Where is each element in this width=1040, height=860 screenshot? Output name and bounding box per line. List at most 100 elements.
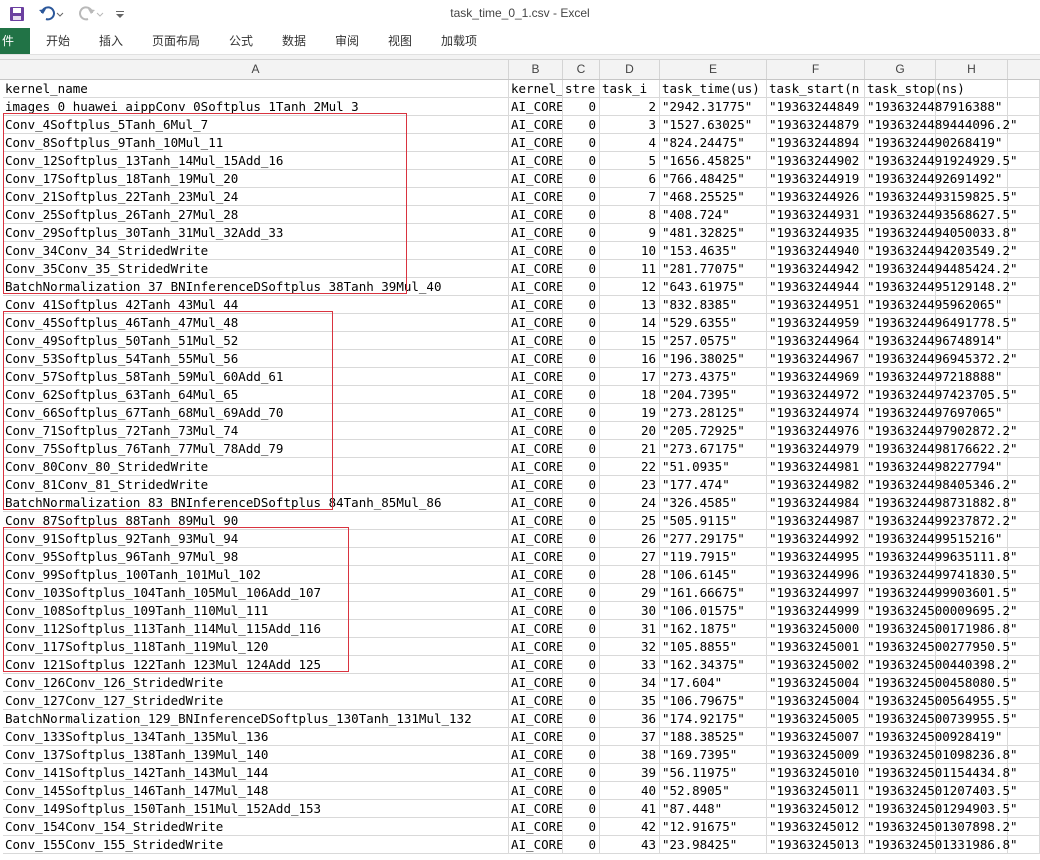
column-header-g[interactable]: G — [865, 60, 936, 79]
cell-task-start[interactable]: "19363244919 — [767, 170, 865, 188]
cell-kernel-name[interactable]: Conv_35Conv_35_StridedWrite — [3, 260, 509, 278]
cell-task-stop[interactable]: "1936324500440398.2" — [865, 656, 1018, 674]
cell-stream[interactable]: 0 — [563, 746, 600, 764]
cell-task-start[interactable]: "19363244951 — [767, 296, 865, 314]
column-header-h[interactable]: H — [936, 60, 1008, 79]
cell-task-start[interactable]: "19363244996 — [767, 566, 865, 584]
cell-stream[interactable]: 0 — [563, 440, 600, 458]
cell-kernel-name[interactable]: Conv_126Conv_126_StridedWrite — [3, 674, 509, 692]
cell-task-time[interactable]: "257.0575" — [660, 332, 767, 350]
cell-kernel-type[interactable]: AI_CORE — [509, 386, 563, 404]
cell-task-id[interactable]: 12 — [600, 278, 660, 296]
cell-kernel-name[interactable]: Conv_145Softplus_146Tanh_147Mul_148 — [3, 782, 509, 800]
cell-kernel-type[interactable]: AI_CORE — [509, 692, 563, 710]
cell-task-id[interactable]: 36 — [600, 710, 660, 728]
cell-task-stop[interactable]: "1936324491924929.5" — [865, 152, 1018, 170]
cell-task-stop[interactable]: "1936324496945372.2" — [865, 350, 1018, 368]
cell-stream[interactable]: 0 — [563, 206, 600, 224]
cell-kernel-type[interactable]: AI_CORE — [509, 440, 563, 458]
cell-kernel-name[interactable]: Conv_127Conv_127_StridedWrite — [3, 692, 509, 710]
cell-kernel-type[interactable]: AI_CORE — [509, 764, 563, 782]
cell-task-time[interactable]: "1656.45825" — [660, 152, 767, 170]
cell-task-stop[interactable]: "1936324501294903.5" — [865, 800, 1018, 818]
cell-task-time[interactable]: "177.474" — [660, 476, 767, 494]
cell-kernel-type[interactable]: AI_CORE — [509, 296, 563, 314]
empty-cell[interactable] — [1008, 296, 1040, 314]
cell-task-stop[interactable]: "1936324501098236.8" — [865, 746, 1018, 764]
cell-task-start[interactable]: "19363244995 — [767, 548, 865, 566]
cell-kernel-type[interactable]: AI_CORE — [509, 584, 563, 602]
cell-kernel-name[interactable]: Conv_103Softplus_104Tanh_105Mul_106Add_1… — [3, 584, 509, 602]
cell-task-stop[interactable]: "1936324497423705.5" — [865, 386, 1018, 404]
cell-task-start[interactable]: "19363244902 — [767, 152, 865, 170]
cell-kernel-name[interactable]: Conv_25Softplus_26Tanh_27Mul_28 — [3, 206, 509, 224]
cell-task-id[interactable]: 4 — [600, 134, 660, 152]
cell-task-stop[interactable]: "1936324499635111.8" — [865, 548, 1018, 566]
cell-task-time[interactable]: "326.4585" — [660, 494, 767, 512]
cell-task-id[interactable]: 6 — [600, 170, 660, 188]
cell-stream[interactable]: 0 — [563, 548, 600, 566]
cell-kernel-name[interactable]: Conv_137Softplus_138Tanh_139Mul_140 — [3, 746, 509, 764]
cell-task-stop[interactable]: "1936324500564955.5" — [865, 692, 1018, 710]
header-cell-empty[interactable] — [1008, 80, 1040, 98]
cell-task-start[interactable]: "19363245009 — [767, 746, 865, 764]
header-cell-task-id[interactable]: task_i — [600, 80, 660, 98]
cell-task-start[interactable]: "19363245002 — [767, 656, 865, 674]
column-header-e[interactable]: E — [660, 60, 767, 79]
cell-stream[interactable]: 0 — [563, 602, 600, 620]
cell-kernel-type[interactable]: AI_CORE — [509, 800, 563, 818]
tab-formulas[interactable]: 公式 — [229, 28, 253, 54]
cell-task-start[interactable]: "19363244879 — [767, 116, 865, 134]
cell-kernel-name[interactable]: Conv_71Softplus_72Tanh_73Mul_74 — [3, 422, 509, 440]
empty-cell[interactable] — [1008, 134, 1040, 152]
header-cell-kernel-type[interactable]: kernel_stre — [509, 80, 563, 98]
cell-task-id[interactable]: 37 — [600, 728, 660, 746]
cell-kernel-type[interactable]: AI_CORE — [509, 404, 563, 422]
cell-task-time[interactable]: "12.91675" — [660, 818, 767, 836]
cell-kernel-type[interactable]: AI_CORE — [509, 638, 563, 656]
cell-kernel-name[interactable]: Conv_141Softplus_142Tanh_143Mul_144 — [3, 764, 509, 782]
cell-task-time[interactable]: "273.28125" — [660, 404, 767, 422]
cell-kernel-name[interactable]: Conv_133Softplus_134Tanh_135Mul_136 — [3, 728, 509, 746]
cell-task-id[interactable]: 11 — [600, 260, 660, 278]
cell-stream[interactable]: 0 — [563, 314, 600, 332]
tab-home[interactable]: 开始 — [46, 28, 70, 54]
cell-task-id[interactable]: 8 — [600, 206, 660, 224]
tab-review[interactable]: 审阅 — [335, 28, 359, 54]
cell-kernel-name[interactable]: BatchNormalization_129_BNInferenceDSoftp… — [3, 710, 509, 728]
cell-task-start[interactable]: "19363244974 — [767, 404, 865, 422]
cell-task-id[interactable]: 39 — [600, 764, 660, 782]
cell-task-id[interactable]: 17 — [600, 368, 660, 386]
cell-task-stop[interactable]: "1936324494485424.2" — [865, 260, 1018, 278]
cell-task-start[interactable]: "19363245004 — [767, 674, 865, 692]
cell-kernel-name[interactable]: Conv_95Softplus_96Tanh_97Mul_98 — [3, 548, 509, 566]
cell-kernel-name[interactable]: Conv_155Conv_155_StridedWrite — [3, 836, 509, 854]
cell-task-id[interactable]: 38 — [600, 746, 660, 764]
cell-task-stop[interactable]: "1936324493568627.5" — [865, 206, 1018, 224]
cell-task-start[interactable]: "19363244979 — [767, 440, 865, 458]
header-cell-task-stop[interactable]: task_stop(ns) — [865, 80, 965, 98]
cell-stream[interactable]: 0 — [563, 368, 600, 386]
cell-task-time[interactable]: "832.8385" — [660, 296, 767, 314]
cell-task-id[interactable]: 28 — [600, 566, 660, 584]
cell-task-id[interactable]: 9 — [600, 224, 660, 242]
cell-task-time[interactable]: "161.66675" — [660, 584, 767, 602]
cell-task-time[interactable]: "505.9115" — [660, 512, 767, 530]
empty-cell[interactable] — [1008, 404, 1040, 422]
cell-task-id[interactable]: 26 — [600, 530, 660, 548]
cell-task-id[interactable]: 41 — [600, 800, 660, 818]
cell-stream[interactable]: 0 — [563, 278, 600, 296]
cell-kernel-name[interactable]: Conv_62Softplus_63Tanh_64Mul_65 — [3, 386, 509, 404]
cell-task-start[interactable]: "19363244969 — [767, 368, 865, 386]
cell-kernel-type[interactable]: AI_CORE — [509, 368, 563, 386]
tab-view[interactable]: 视图 — [388, 28, 412, 54]
cell-kernel-type[interactable]: AI_CORE — [509, 278, 563, 296]
cell-task-stop[interactable]: "1936324501331986.8" — [865, 836, 1018, 854]
cell-task-start[interactable]: "19363244982 — [767, 476, 865, 494]
cell-task-start[interactable]: "19363244959 — [767, 314, 865, 332]
cell-task-id[interactable]: 43 — [600, 836, 660, 854]
cell-task-id[interactable]: 34 — [600, 674, 660, 692]
cell-kernel-name[interactable]: Conv_66Softplus_67Tanh_68Mul_69Add_70 — [3, 404, 509, 422]
cell-task-stop[interactable]: "1936324493159825.5" — [865, 188, 1018, 206]
tab-add-ins[interactable]: 加载项 — [441, 28, 477, 54]
